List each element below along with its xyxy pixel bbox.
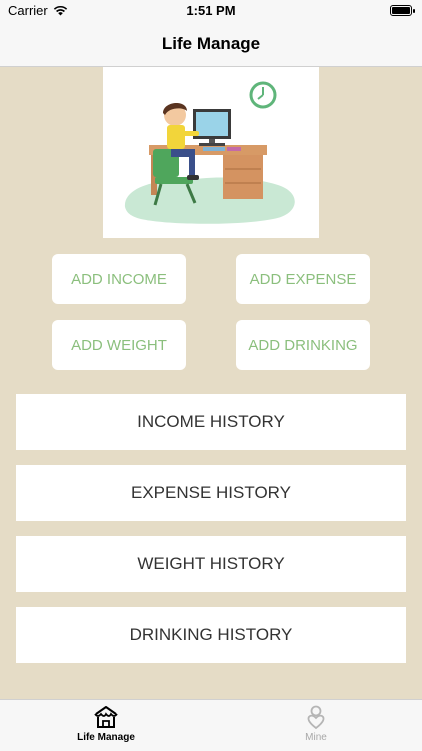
tab-mine[interactable]: Mine (261, 704, 371, 743)
desk-illustration (103, 67, 319, 238)
tab-bar: Life Manage Mine (0, 699, 422, 751)
person-heart-icon (307, 705, 325, 730)
add-weight-button[interactable]: ADD WEIGHT (52, 320, 186, 370)
income-history-button[interactable]: INCOME HISTORY (16, 394, 406, 450)
add-drinking-button[interactable]: ADD DRINKING (236, 320, 370, 370)
add-income-button[interactable]: ADD INCOME (52, 254, 186, 304)
page-title: Life Manage (161, 34, 261, 53)
status-time: 1:51 PM (186, 3, 236, 18)
status-bar: Carrier 1:51 PM (0, 0, 422, 22)
drinking-history-button[interactable]: DRINKING HISTORY (16, 607, 406, 663)
add-expense-button[interactable]: ADD EXPENSE (236, 254, 370, 304)
house-icon (94, 706, 118, 728)
tab-mine-label: Mine (305, 732, 327, 743)
expense-history-button[interactable]: EXPENSE HISTORY (16, 465, 406, 521)
navigation-bar: Life Manage (0, 22, 422, 67)
tab-life-manage-label: Life Manage (77, 732, 135, 743)
tab-life-manage[interactable]: Life Manage (51, 704, 161, 743)
weight-history-button[interactable]: WEIGHT HISTORY (16, 536, 406, 592)
battery-icon (390, 5, 415, 16)
